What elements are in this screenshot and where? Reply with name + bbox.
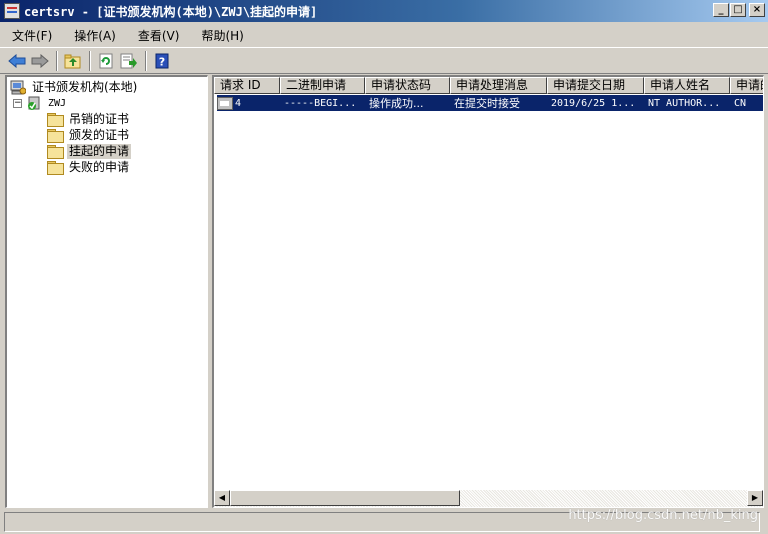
back-arrow-icon bbox=[8, 53, 26, 68]
tree-root-label: 证书颁发机构(本地) bbox=[32, 79, 138, 94]
scroll-left-button[interactable]: ◀ bbox=[214, 490, 230, 506]
help-button[interactable]: ? bbox=[151, 50, 173, 72]
export-list-icon bbox=[120, 53, 137, 68]
toolbar-separator bbox=[56, 50, 58, 71]
tree-item-issued[interactable]: 颁发的证书 bbox=[47, 127, 131, 143]
forward-arrow-icon bbox=[31, 53, 49, 68]
maximize-button[interactable]: □ bbox=[730, 3, 746, 17]
close-button[interactable]: × bbox=[749, 3, 765, 17]
cell-status-code: 操作成功... bbox=[369, 97, 424, 110]
forward-button[interactable] bbox=[29, 50, 51, 72]
tree-ca-label: ZWJ bbox=[48, 97, 67, 109]
console-tree[interactable]: 证书颁发机构(本地) − ZWJ 吊销的证书 颁发的证书 挂起的申请 失败的申请 bbox=[5, 75, 208, 508]
cell-submitted-date: 2019/6/25 1... bbox=[551, 97, 636, 109]
column-header-request-common-name[interactable]: 申请的 bbox=[730, 77, 763, 94]
scroll-right-button[interactable]: ▶ bbox=[747, 490, 763, 506]
refresh-button[interactable] bbox=[95, 50, 117, 72]
tree-item-failed[interactable]: 失败的申请 bbox=[47, 159, 131, 175]
tree-item-revoked[interactable]: 吊销的证书 bbox=[47, 111, 131, 127]
column-header-submitted-date[interactable]: 申请提交日期 bbox=[547, 77, 644, 94]
cell-requester-name: NT AUTHOR... bbox=[648, 97, 721, 109]
horizontal-scrollbar[interactable]: ◀ ▶ bbox=[214, 490, 763, 507]
collapse-toggle[interactable]: − bbox=[13, 98, 22, 108]
tree-folder-label: 颁发的证书 bbox=[69, 127, 130, 142]
certificate-authority-computer-icon bbox=[10, 80, 26, 95]
request-icon bbox=[217, 96, 233, 110]
up-folder-icon bbox=[64, 54, 81, 68]
column-header-binary-request[interactable]: 二进制申请 bbox=[280, 77, 365, 94]
toolbar: ? bbox=[0, 47, 768, 74]
minimize-button[interactable]: _ bbox=[713, 3, 729, 17]
results-list[interactable]: 请求 ID 二进制申请 申请状态码 申请处理消息 申请提交日期 申请人姓名 申请… bbox=[212, 75, 764, 508]
tree-folder-label-selected: 挂起的申请 bbox=[67, 143, 132, 159]
cell-request-common-name: CN bbox=[734, 97, 747, 109]
scroll-thumb[interactable] bbox=[230, 490, 460, 506]
folder-icon bbox=[47, 112, 64, 127]
toolbar-separator bbox=[145, 50, 147, 71]
menu-action[interactable]: 操作(A) bbox=[66, 25, 124, 46]
back-button[interactable] bbox=[6, 50, 28, 72]
table-row[interactable]: 4 -----BEGI... 操作成功... 在提交时接受 2019/6/25 … bbox=[217, 95, 763, 111]
watermark-text: https://blog.csdn.net/nb_king bbox=[568, 508, 758, 523]
window-controls: _ □ × bbox=[712, 3, 765, 17]
tree-item-root[interactable]: 证书颁发机构(本地) bbox=[10, 79, 139, 95]
folder-icon bbox=[47, 160, 64, 175]
window-title: certsrv - [证书颁发机构(本地)\ZWJ\挂起的申请] bbox=[24, 4, 318, 19]
help-icon: ? bbox=[155, 53, 169, 68]
column-header-status-code[interactable]: 申请状态码 bbox=[365, 77, 450, 94]
tree-folder-label: 失败的申请 bbox=[69, 159, 130, 174]
title-bar[interactable]: certsrv - [证书颁发机构(本地)\ZWJ\挂起的申请] _ □ × bbox=[0, 0, 768, 22]
tree-folder-label: 吊销的证书 bbox=[69, 111, 130, 126]
refresh-icon bbox=[99, 53, 113, 68]
export-list-button[interactable] bbox=[118, 50, 140, 72]
svg-text:?: ? bbox=[159, 55, 165, 68]
up-one-level-button[interactable] bbox=[62, 50, 84, 72]
menu-view[interactable]: 查看(V) bbox=[130, 25, 188, 46]
menu-bar: 文件(F) 操作(A) 查看(V) 帮助(H) bbox=[0, 24, 768, 46]
column-header-requester-name[interactable]: 申请人姓名 bbox=[644, 77, 730, 94]
column-header-request-id[interactable]: 请求 ID bbox=[214, 77, 280, 94]
cell-binary-request: -----BEGI... bbox=[284, 97, 357, 109]
folder-icon bbox=[47, 128, 64, 143]
scroll-track[interactable] bbox=[460, 490, 747, 507]
cell-request-id: 4 bbox=[235, 97, 242, 109]
ca-server-check-icon bbox=[28, 96, 40, 110]
menu-help[interactable]: 帮助(H) bbox=[193, 25, 251, 46]
column-header-disposition-message[interactable]: 申请处理消息 bbox=[450, 77, 547, 94]
tree-item-ca[interactable]: − ZWJ bbox=[13, 95, 68, 111]
tree-item-pending[interactable]: 挂起的申请 bbox=[47, 143, 132, 159]
folder-open-icon bbox=[47, 144, 64, 159]
cell-disposition-message: 在提交时接受 bbox=[454, 97, 520, 110]
toolbar-separator bbox=[89, 50, 91, 71]
menu-file[interactable]: 文件(F) bbox=[4, 25, 60, 46]
certsrv-app-icon[interactable] bbox=[4, 3, 20, 19]
column-header-row: 请求 ID 二进制申请 申请状态码 申请处理消息 申请提交日期 申请人姓名 申请… bbox=[214, 77, 763, 94]
